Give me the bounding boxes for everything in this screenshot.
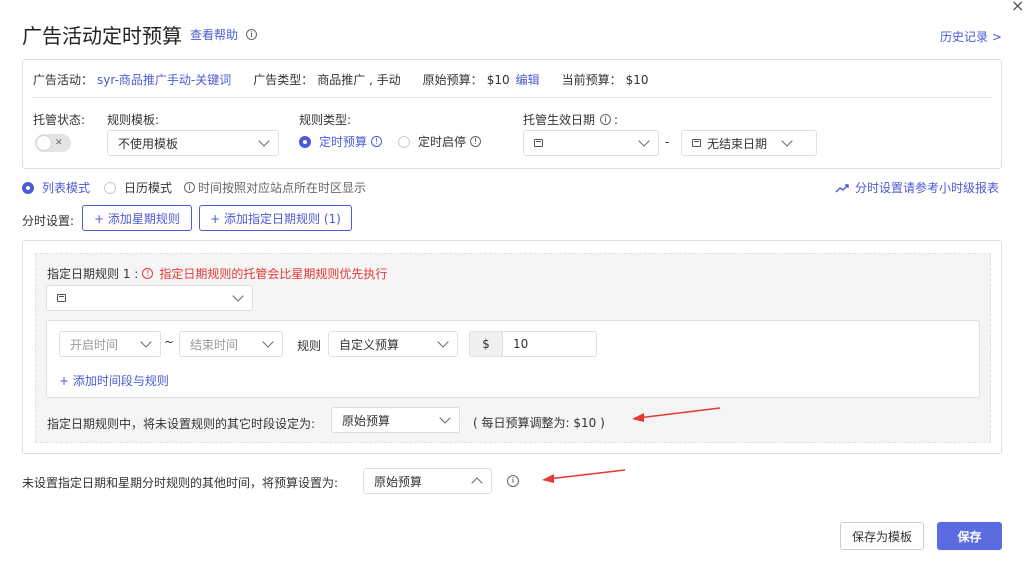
original-budget-value: $10 [486, 72, 510, 87]
chevron-down-icon [140, 336, 152, 348]
info-icon[interactable]: ! [470, 136, 482, 147]
end-time-placeholder: 结束时间 [190, 337, 239, 352]
chevron-down-icon [437, 336, 449, 348]
chevron-up-icon [471, 477, 483, 489]
calendar-mode-option[interactable]: 日历模式 [124, 179, 172, 196]
save-as-template-button[interactable]: 保存为模板 [840, 522, 924, 550]
date-rule-title: 指定日期规则 1 : [47, 267, 139, 281]
other-time-label: 未设置指定日期和星期分时规则的其他时间，将预算设置为: [22, 476, 339, 490]
start-time-select[interactable]: 开启时间 [59, 331, 161, 357]
unset-periods-value: 原始预算 [342, 413, 391, 428]
radio-list-mode[interactable] [22, 181, 34, 194]
close-icon[interactable]: × [1011, 0, 1024, 15]
budget-amount-input[interactable]: $ 10 [469, 331, 597, 357]
time-range-tilde: ~ [164, 335, 175, 349]
rule-date-picker[interactable] [46, 285, 253, 311]
status-toggle[interactable]: ✕ [35, 134, 71, 152]
trend-icon [835, 183, 849, 192]
toggle-off-icon: ✕ [55, 138, 63, 148]
current-budget-value: $10 [625, 72, 649, 87]
divider [33, 97, 991, 98]
edit-budget-link[interactable]: 编辑 [516, 71, 540, 88]
ad-type-value: 商品推广 , 手动 [317, 73, 401, 87]
radio-timed-budget[interactable] [299, 135, 311, 148]
effective-date-colon: : [614, 112, 619, 127]
time-settings-label: 分时设置: [22, 214, 75, 228]
start-time-placeholder: 开启时间 [70, 337, 119, 352]
warning-icon: ! [142, 268, 154, 279]
campaign-settings-panel: 广告活动： syr-商品推广手动-关键词 广告类型： 商品推广 , 手动 原始预… [22, 59, 1002, 169]
chevron-down-icon [781, 135, 793, 147]
date-separator: - [665, 135, 670, 149]
chevron-down-icon [258, 135, 270, 147]
end-date-picker[interactable]: 无结束日期 [681, 130, 817, 156]
hourly-report-link[interactable]: 分时设置请参考小时级报表 [835, 179, 999, 196]
other-time-value: 原始预算 [374, 474, 423, 489]
help-link[interactable]: 查看帮助 [190, 26, 238, 43]
info-icon: i [184, 182, 196, 193]
info-icon[interactable]: i [246, 29, 258, 40]
rule-type-option-timed-start-stop[interactable]: 定时启停 [418, 133, 466, 150]
currency-prefix: $ [470, 332, 503, 356]
campaign-name-link[interactable]: syr-商品推广手动-关键词 [97, 71, 231, 88]
info-icon[interactable]: i [507, 475, 519, 487]
end-date-value: 无结束日期 [707, 136, 768, 151]
radio-timed-start-stop[interactable] [398, 135, 411, 148]
save-button[interactable]: 保存 [937, 522, 1002, 550]
timezone-note: 时间按照对应站点所在时区显示 [198, 181, 367, 195]
unset-periods-select[interactable]: 原始预算 [331, 407, 460, 433]
red-arrow-annotation [632, 407, 721, 422]
rule-label: 规则 [297, 339, 322, 353]
template-label: 规则模板: [107, 113, 160, 127]
add-date-rule-button[interactable]: + 添加指定日期规则 (1) [199, 205, 352, 231]
rule-select-value: 自定义预算 [339, 337, 400, 352]
chevron-down-icon [262, 336, 274, 348]
rules-container: 指定日期规则 1 : ! 指定日期规则的托管会比星期规则优先执行 开启时间 ~ … [22, 240, 1002, 454]
chevron-down-icon [232, 290, 244, 302]
date-rule-card: 指定日期规则 1 : ! 指定日期规则的托管会比星期规则优先执行 开启时间 ~ … [35, 253, 991, 443]
add-weekly-rule-button[interactable]: + 添加星期规则 [82, 205, 192, 231]
calendar-icon [57, 294, 66, 302]
calendar-icon [692, 139, 701, 147]
chevron-down-icon [638, 135, 650, 147]
start-date-picker[interactable] [523, 130, 659, 156]
other-time-select[interactable]: 原始预算 [363, 468, 492, 494]
history-link[interactable]: 历史记录 > [940, 28, 1002, 45]
radio-calendar-mode[interactable] [104, 181, 117, 194]
time-period-box: 开启时间 ~ 结束时间 规则 自定义预算 $ 10 + 添加时间段与规则 [46, 320, 980, 398]
status-label: 托管状态: [33, 113, 86, 127]
date-rule-warning: 指定日期规则的托管会比星期规则优先执行 [159, 267, 388, 281]
chevron-down-icon [439, 412, 451, 424]
unset-periods-label: 指定日期规则中，将未设置规则的其它时段设定为: [47, 417, 316, 431]
rule-select[interactable]: 自定义预算 [328, 331, 458, 357]
budget-amount-value: 10 [513, 337, 529, 351]
campaign-label: 广告活动： [33, 73, 94, 87]
template-select-value: 不使用模板 [118, 136, 179, 151]
ad-type-label: 广告类型： [253, 73, 314, 87]
list-mode-option[interactable]: 列表模式 [42, 179, 90, 196]
info-icon[interactable]: ! [371, 136, 383, 147]
effective-date-label: 托管生效日期 [523, 113, 596, 127]
calendar-icon [534, 139, 543, 147]
info-icon[interactable]: i [600, 114, 612, 125]
rule-type-label: 规则类型: [299, 113, 352, 127]
original-budget-label: 原始预算： [422, 73, 483, 87]
end-time-select[interactable]: 结束时间 [179, 331, 283, 357]
daily-budget-note: ( 每日预算调整为: $10 ) [473, 416, 605, 430]
add-period-link[interactable]: + 添加时间段与规则 [59, 372, 169, 389]
current-budget-label: 当前预算： [561, 73, 622, 87]
dialog-title: 广告活动定时预算 [22, 24, 182, 48]
template-select[interactable]: 不使用模板 [107, 130, 279, 156]
hourly-report-text: 分时设置请参考小时级报表 [855, 181, 1000, 195]
rule-type-option-timed-budget[interactable]: 定时预算 [319, 133, 367, 150]
red-arrow-annotation [542, 469, 626, 483]
